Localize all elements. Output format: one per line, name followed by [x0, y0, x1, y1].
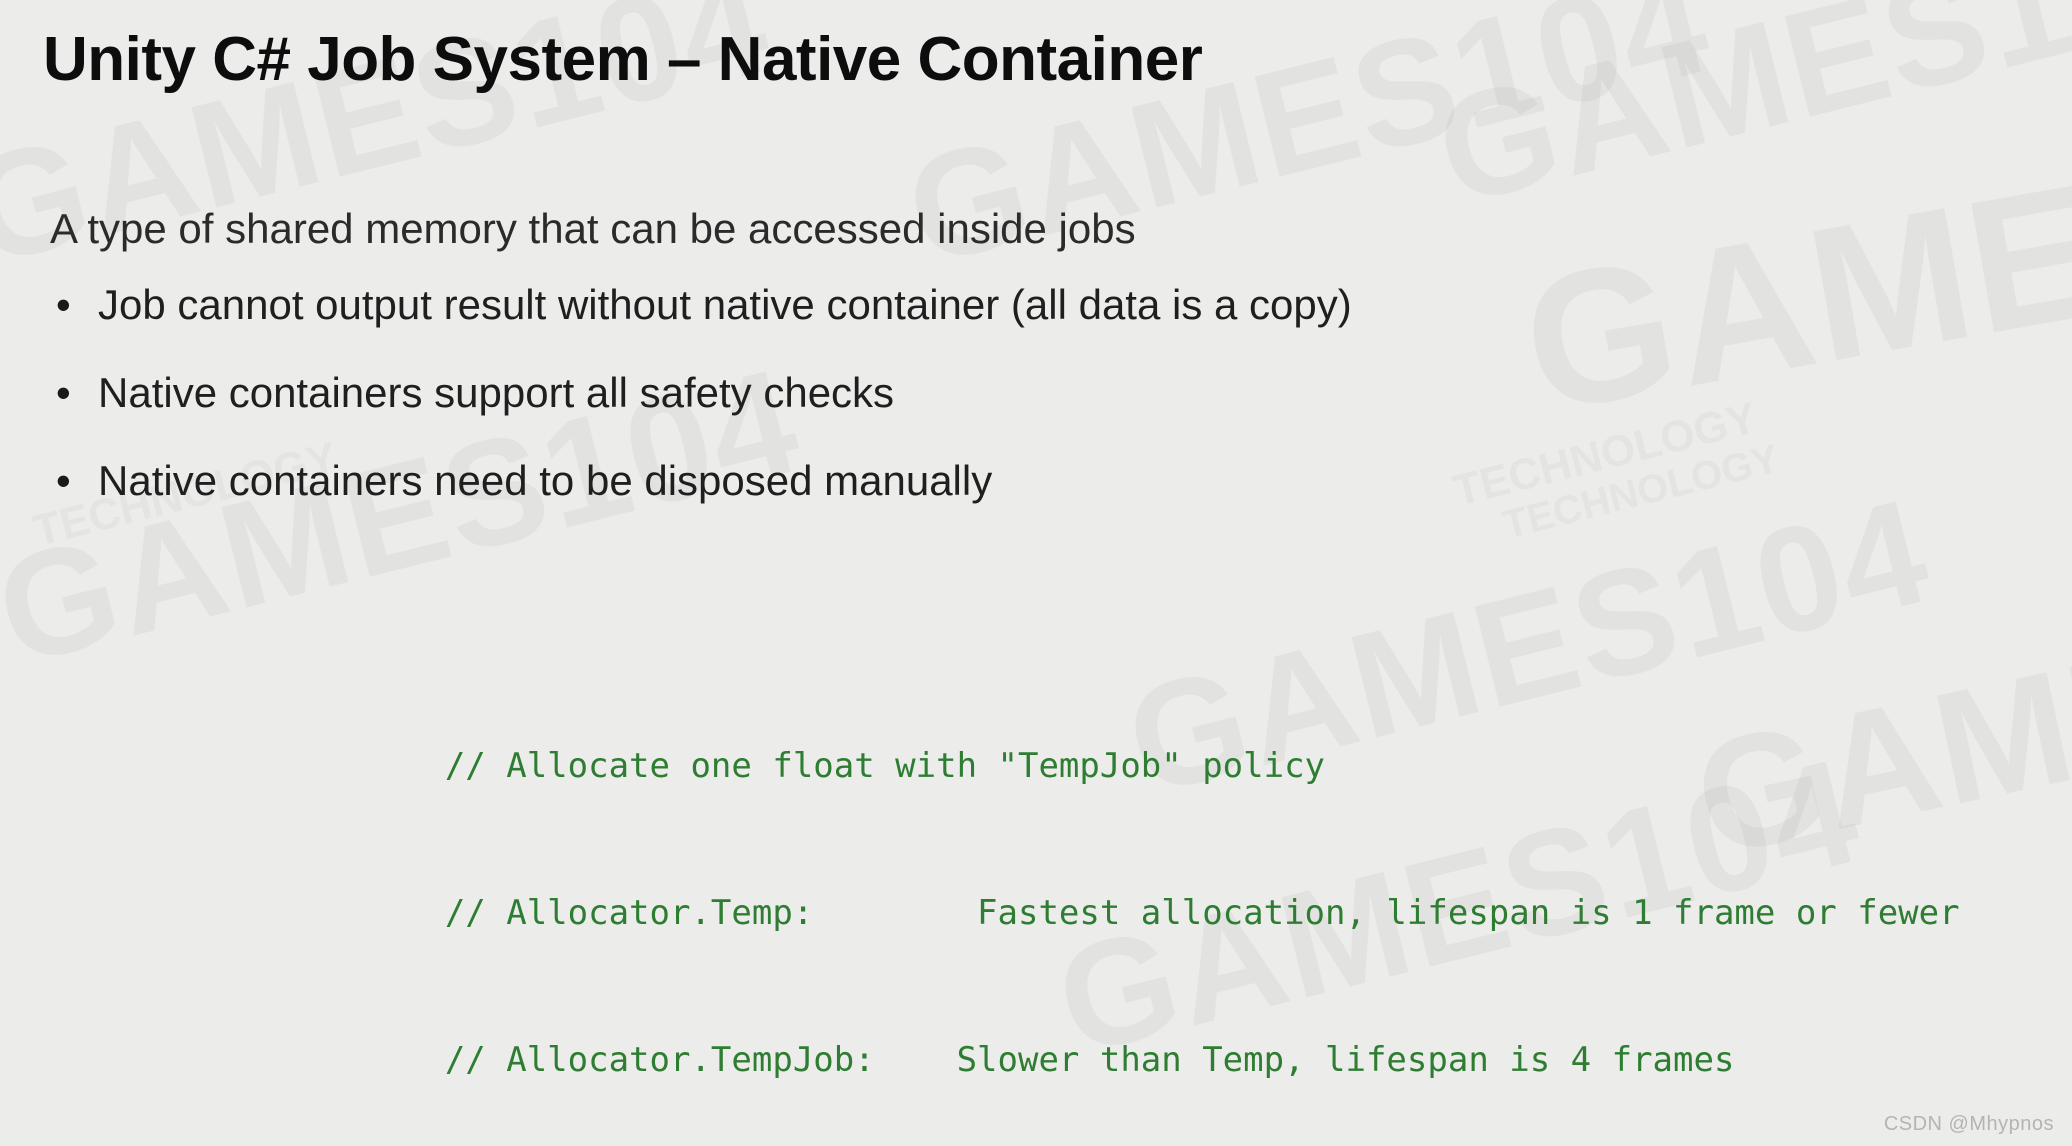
background-watermark: GAMES104: [1421, 0, 2072, 237]
code-line-comment-tempjob: // Allocator.TempJob: Slower than Temp, …: [322, 987, 1960, 1080]
code-token-comment: // Allocator.Temp: Fastest allocation, l…: [444, 893, 1960, 933]
code-line-comment-persistent: // Allocator.Persistent: Slowest allocat…: [322, 1134, 1960, 1146]
bullet-list: • Job cannot output result without nativ…: [50, 282, 1750, 546]
list-item: • Native containers need to be disposed …: [50, 458, 1750, 546]
code-block: // Allocate one float with "TempJob" pol…: [322, 595, 1960, 1146]
bullet-marker-icon: •: [56, 281, 71, 328]
footer-watermark: CSDN @Mhypnos: [1883, 1113, 2054, 1135]
code-token-comment: // Allocate one float with "TempJob" pol…: [444, 746, 1326, 786]
bullet-marker-icon: •: [56, 457, 71, 504]
list-item-label: Native containers support all safety che…: [98, 369, 895, 416]
list-item-label: Job cannot output result without native …: [98, 281, 1352, 328]
code-line-comment-allocate: // Allocate one float with "TempJob" pol…: [322, 693, 1960, 786]
list-item: • Job cannot output result without nativ…: [50, 282, 1750, 370]
code-line-comment-temp: // Allocator.Temp: Fastest allocation, l…: [322, 840, 1960, 933]
list-item-label: Native containers need to be disposed ma…: [98, 457, 993, 504]
slide-canvas: GAMES104 GAMES104 GAMES104 GAMES104 GAME…: [0, 0, 2072, 1146]
list-item: • Native containers support all safety c…: [50, 370, 1750, 458]
slide-lead-text: A type of shared memory that can be acce…: [50, 205, 1136, 252]
slide-title: Unity C# Job System – Native Container: [43, 25, 1203, 94]
code-token-comment: // Allocator.TempJob: Slower than Temp, …: [444, 1040, 1735, 1080]
bullet-marker-icon: •: [56, 369, 71, 416]
